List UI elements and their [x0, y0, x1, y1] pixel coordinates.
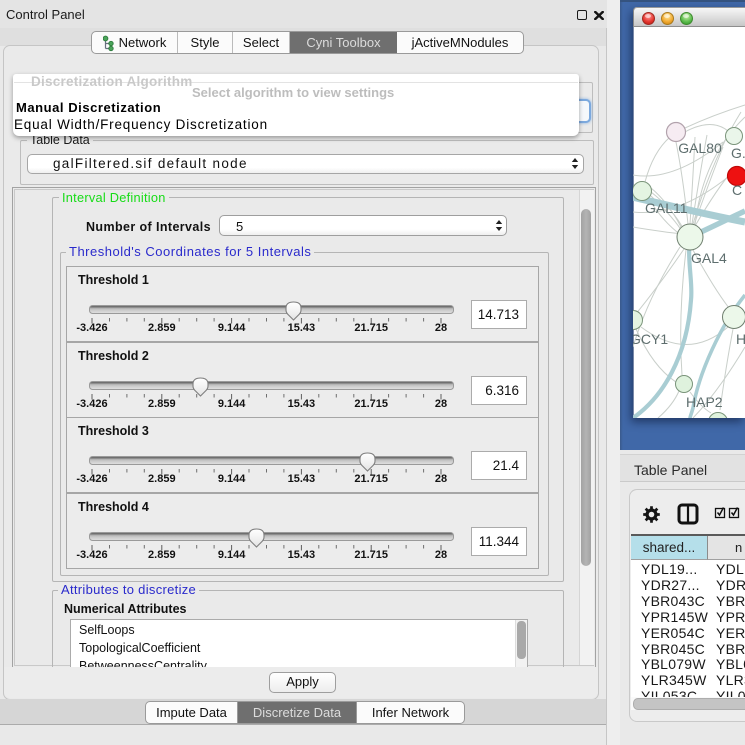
svg-text:HAP2: HAP2: [686, 394, 723, 410]
svg-text:C: C: [732, 182, 742, 198]
svg-text:GCY1: GCY1: [633, 331, 668, 347]
svg-text:GAL4: GAL4: [691, 250, 727, 266]
svg-text:GAL80: GAL80: [678, 140, 722, 156]
svg-text:H: H: [736, 331, 745, 347]
svg-text:G.: G.: [731, 145, 745, 161]
svg-text:GAL11: GAL11: [645, 200, 688, 216]
